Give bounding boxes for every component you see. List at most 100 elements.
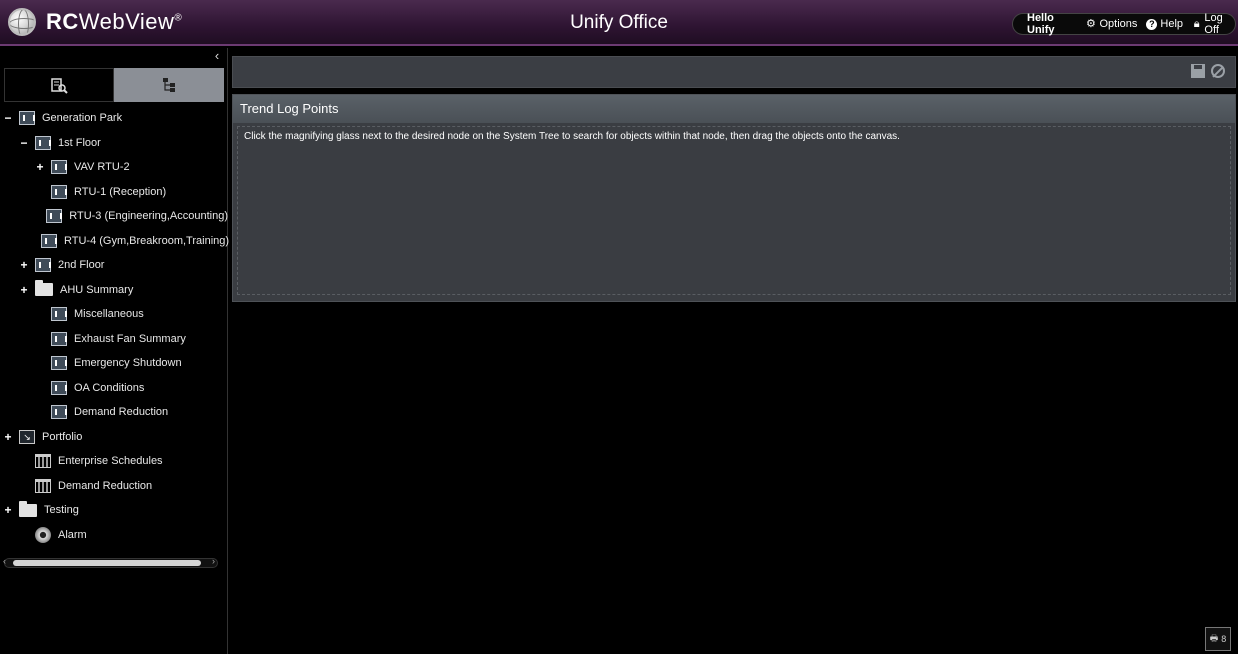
scroll-right-arrow-icon[interactable]: ›	[212, 556, 215, 566]
collapse-sidebar-button[interactable]: ‹	[210, 48, 224, 64]
system-tree: − Generation Park −1st Floor + VAV RTU-2 RTU-…	[0, 106, 230, 548]
folder-icon	[35, 280, 53, 297]
save-icon[interactable]	[1191, 64, 1205, 78]
tree-item[interactable]: − Generation Park	[0, 106, 228, 131]
logo-text: RCWebView®	[46, 9, 182, 35]
tree-item[interactable]: Emergency Shutdown	[0, 351, 228, 376]
greeting-text: Hello Unify	[1027, 12, 1055, 36]
tree-item-label: 2nd Floor	[58, 259, 105, 272]
expand-icon[interactable]: +	[19, 258, 29, 272]
calendar-icon	[35, 478, 51, 493]
tree-item-label: 1st Floor	[58, 136, 101, 149]
app-header: RCWebView® Unify Office Hello Unify ⚙ Op…	[0, 0, 1238, 46]
help-icon: ?	[1146, 18, 1158, 30]
system-tree-sidebar: ‹ − Generation Park −1st Floor + VAV RTU-2 RT…	[0, 48, 230, 654]
building-node-icon	[51, 405, 67, 420]
expand-icon[interactable]: +	[3, 503, 13, 517]
tree-item-label: Miscellaneous	[74, 308, 144, 321]
tab-system-tree[interactable]	[114, 68, 224, 102]
logo-bold-text: RC	[46, 9, 79, 34]
rcwebview-logo[interactable]: RCWebView®	[8, 8, 182, 36]
notification-count: 8	[1221, 634, 1227, 644]
toolbar-icons	[1191, 64, 1225, 78]
building-search-icon	[51, 78, 68, 94]
tree-item[interactable]: Enterprise Schedules	[0, 449, 228, 474]
tree-item[interactable]: OA Conditions	[0, 376, 228, 401]
tree-item-label: AHU Summary	[60, 283, 134, 296]
collapse-icon[interactable]: −	[3, 111, 13, 125]
tree-item-label: RTU-3 (Engineering,Accounting)	[69, 210, 228, 223]
sidebar-tabs	[4, 68, 224, 102]
collapse-icon[interactable]: −	[19, 136, 29, 150]
tree-item[interactable]: RTU-1 (Reception)	[0, 180, 228, 205]
building-node-icon	[19, 111, 35, 126]
tree-item[interactable]: Miscellaneous	[0, 302, 228, 327]
tree-item[interactable]: + AHU Summary	[0, 278, 228, 303]
tree-item-label: RTU-4 (Gym,Breakroom,Training)	[64, 234, 230, 247]
lock-icon: 🔒︎	[1193, 17, 1200, 30]
building-node-icon	[51, 307, 67, 322]
tree-item-label: Demand Reduction	[74, 406, 169, 419]
scrollbar-thumb[interactable]	[13, 560, 201, 566]
help-label: Help	[1160, 18, 1184, 30]
alarm-icon	[35, 526, 51, 543]
options-link[interactable]: ⚙ Options	[1085, 18, 1137, 30]
building-node-icon	[51, 356, 67, 371]
tree-item[interactable]: + ↘ Portfolio	[0, 425, 228, 450]
tree-item[interactable]: + Testing	[0, 498, 228, 523]
expand-icon[interactable]: +	[35, 160, 45, 174]
cancel-icon[interactable]	[1211, 64, 1225, 78]
tree-horizontal-scrollbar[interactable]: ‹ ›	[3, 556, 218, 568]
tree-item-label: Alarm	[58, 528, 87, 541]
logoff-label: Log Off	[1204, 12, 1223, 36]
tree-item[interactable]: +2nd Floor	[0, 253, 228, 278]
tree-item-label: VAV RTU-2	[74, 161, 130, 174]
tree-icon	[163, 78, 175, 92]
building-node-icon	[51, 184, 67, 199]
tree-item[interactable]: Alarm	[0, 523, 228, 548]
options-label: Options	[1099, 18, 1138, 30]
tree-item-label: RTU-1 (Reception)	[74, 185, 167, 198]
main-toolbar	[232, 56, 1236, 88]
tree-item[interactable]: Demand Reduction	[0, 400, 228, 425]
gear-icon: ⚙	[1086, 17, 1096, 30]
calendar-icon	[35, 454, 51, 469]
building-node-icon	[51, 331, 67, 346]
tree-item[interactable]: − 1st Floor	[0, 131, 228, 156]
instructions-text: Click the magnifying glass next to the d…	[244, 131, 900, 142]
tree-item[interactable]: RTU-3 (Engineering,Accounting)	[0, 204, 228, 229]
tree-item[interactable]: Exhaust Fan Summary	[0, 327, 228, 352]
portfolio-icon: ↘	[19, 429, 35, 444]
notification-button[interactable]: 🖶︎ 8	[1205, 627, 1231, 651]
logo-rest-text: WebView	[78, 9, 175, 34]
tree-item-label: Generation Park	[42, 112, 123, 125]
expand-icon[interactable]: +	[19, 283, 29, 297]
globe-logo-icon	[8, 8, 36, 36]
tree-item[interactable]: RTU-4 (Gym,Breakroom,Training)	[0, 229, 230, 254]
tree-item-label: Testing	[44, 504, 79, 517]
scroll-left-arrow-icon[interactable]: ‹	[3, 556, 6, 566]
tree-item-label: Demand Reduction	[58, 479, 153, 492]
tree-item[interactable]: Demand Reduction	[0, 474, 228, 499]
printer-icon: 🖶︎	[1209, 633, 1219, 643]
tab-search[interactable]	[4, 68, 114, 102]
building-node-icon	[35, 258, 51, 273]
panel-title: Trend Log Points	[233, 95, 1235, 123]
logoff-link[interactable]: 🔒︎ Log Off	[1192, 12, 1235, 36]
building-node-icon	[35, 135, 51, 150]
help-link[interactable]: ? Help	[1146, 18, 1183, 30]
expand-icon[interactable]: +	[3, 430, 13, 444]
user-menu: Hello Unify ⚙ Options ? Help 🔒︎ Log Off	[1012, 12, 1236, 36]
tree-item[interactable]: + VAV RTU-2	[0, 155, 228, 180]
trend-log-points-panel: Trend Log Points Click the magnifying gl…	[232, 94, 1236, 302]
folder-icon	[19, 500, 37, 517]
building-node-icon	[46, 209, 63, 224]
tree-item-label: Portfolio	[42, 430, 83, 443]
logo-registered-mark: ®	[174, 12, 183, 24]
tree-item-label: Exhaust Fan Summary	[74, 332, 186, 345]
trend-log-drop-canvas[interactable]: Click the magnifying glass next to the d…	[237, 126, 1231, 295]
tree-item-label: Emergency Shutdown	[74, 357, 182, 370]
building-node-icon	[41, 233, 57, 248]
building-node-icon	[51, 380, 67, 395]
tree-item-label: OA Conditions	[74, 381, 145, 394]
